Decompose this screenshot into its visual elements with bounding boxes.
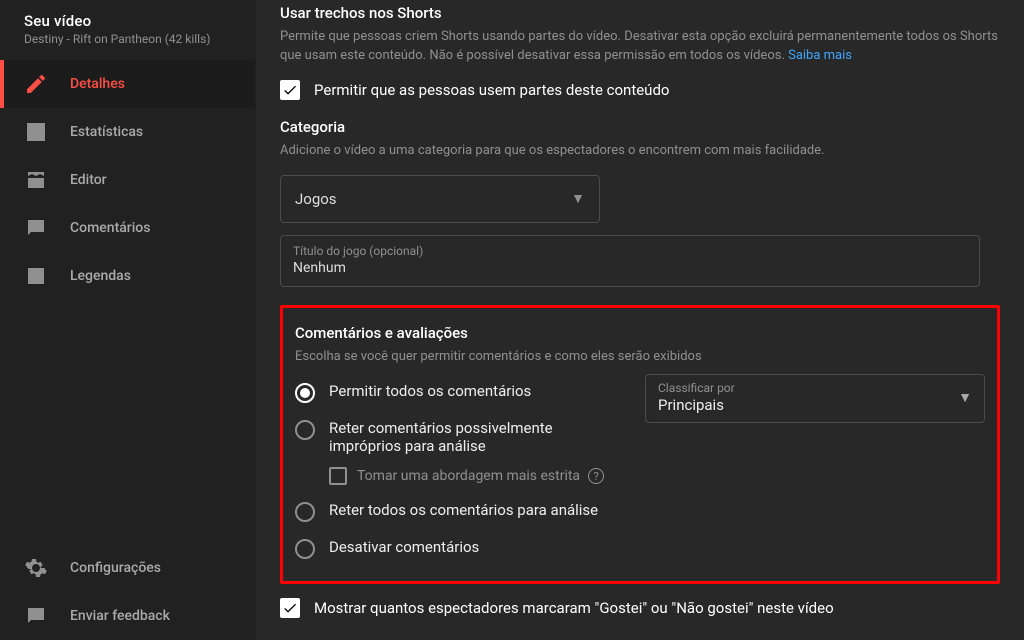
shorts-allow-label: Permitir que as pessoas usem partes dest… — [314, 81, 669, 99]
category-section-title: Categoria — [280, 118, 1000, 136]
comment-icon — [24, 216, 48, 240]
show-likes-label: Mostrar quantos espectadores marcaram "G… — [314, 599, 834, 617]
game-title-field[interactable]: Título do jogo (opcional) Nenhum — [280, 235, 980, 287]
shorts-learn-more-link[interactable]: Saiba mais — [788, 48, 852, 63]
comments-option-allow-all[interactable]: Permitir todos os comentários — [295, 374, 625, 411]
radio-icon — [295, 420, 315, 440]
show-likes-checkbox-row[interactable]: Mostrar quantos espectadores marcaram "G… — [280, 598, 1000, 618]
shorts-allow-checkbox-row[interactable]: Permitir que as pessoas usem partes dest… — [280, 80, 1000, 100]
sidebar-item-label: Legendas — [70, 268, 131, 284]
game-title-value: Nenhum — [293, 260, 967, 276]
bar-chart-icon — [24, 120, 48, 144]
sidebar-item-editor[interactable]: Editor — [0, 156, 255, 204]
sidebar-item-settings[interactable]: Configurações — [0, 544, 255, 592]
category-dropdown[interactable]: Jogos ▼ — [280, 175, 600, 223]
help-icon[interactable]: ? — [588, 468, 604, 484]
sidebar-item-subtitles[interactable]: Legendas — [0, 252, 255, 300]
comments-strict-label: Tomar uma abordagem mais estrita — [357, 468, 580, 484]
feedback-icon — [24, 604, 48, 628]
comments-sort-value: Principais — [658, 396, 735, 414]
sidebar-item-label: Enviar feedback — [70, 608, 170, 624]
category-selected: Jogos — [295, 190, 337, 208]
section-shorts: Usar trechos nos Shorts Permite que pess… — [280, 0, 1000, 100]
shorts-desc-text: Permite que pessoas criem Shorts usando … — [280, 29, 998, 63]
clapper-icon — [24, 168, 48, 192]
sidebar-header-subtitle: Destiny - Rift on Pantheon (42 kills) — [24, 32, 231, 46]
sidebar-item-details[interactable]: Detalhes — [0, 60, 255, 108]
caret-down-icon: ▼ — [958, 389, 972, 406]
category-section-desc: Adicione o vídeo a uma categoria para qu… — [280, 142, 1000, 161]
pencil-icon — [24, 72, 48, 96]
comments-option-disable[interactable]: Desativar comentários — [295, 530, 625, 567]
comments-option-label: Desativar comentários — [329, 538, 479, 556]
comments-option-hold-inappropriate[interactable]: Reter comentários possivelmente imprópri… — [295, 411, 625, 463]
comments-sort-label: Classificar por — [658, 381, 735, 395]
sidebar-item-label: Estatísticas — [70, 124, 143, 140]
sidebar-footer: Configurações Enviar feedback — [0, 544, 255, 640]
comments-option-label: Permitir todos os comentários — [329, 382, 531, 400]
sidebar-item-feedback[interactable]: Enviar feedback — [0, 592, 255, 640]
caret-down-icon: ▼ — [571, 190, 585, 207]
comments-option-hold-all[interactable]: Reter todos os comentários para análise — [295, 493, 625, 530]
sidebar-item-label: Detalhes — [70, 76, 125, 92]
comments-sort-dropdown[interactable]: Classificar por Principais ▼ — [645, 374, 985, 423]
sidebar-item-comments[interactable]: Comentários — [0, 204, 255, 252]
shorts-section-title: Usar trechos nos Shorts — [280, 4, 1000, 22]
checkbox-unchecked-icon — [329, 467, 347, 485]
checkbox-checked-icon — [280, 80, 300, 100]
sidebar: Seu vídeo Destiny - Rift on Pantheon (42… — [0, 0, 256, 640]
game-title-floating-label: Título do jogo (opcional) — [293, 244, 967, 258]
shorts-section-desc: Permite que pessoas criem Shorts usando … — [280, 28, 1000, 66]
sidebar-item-label: Configurações — [70, 560, 161, 576]
section-comments-highlight: Comentários e avaliações Escolha se você… — [280, 305, 1000, 585]
sidebar-item-label: Editor — [70, 172, 107, 188]
comments-radio-group: Permitir todos os comentários Reter come… — [295, 374, 625, 567]
radio-icon — [295, 539, 315, 559]
comments-strict-subrow[interactable]: Tomar uma abordagem mais estrita ? — [329, 463, 625, 493]
comments-section-title: Comentários e avaliações — [295, 324, 985, 342]
gear-icon — [24, 556, 48, 580]
radio-icon — [295, 502, 315, 522]
comments-option-label: Reter comentários possivelmente imprópri… — [329, 419, 625, 455]
checkbox-checked-icon — [280, 598, 300, 618]
section-category: Categoria Adicione o vídeo a uma categor… — [280, 118, 1000, 287]
sidebar-item-label: Comentários — [70, 220, 150, 236]
radio-selected-icon — [295, 383, 315, 403]
subtitles-icon — [24, 264, 48, 288]
main-panel: Usar trechos nos Shorts Permite que pess… — [256, 0, 1024, 640]
sidebar-item-analytics[interactable]: Estatísticas — [0, 108, 255, 156]
sidebar-header-title: Seu vídeo — [24, 12, 231, 30]
comments-section-desc: Escolha se você quer permitir comentário… — [295, 348, 985, 367]
sidebar-items: Detalhes Estatísticas Editor Comentários… — [0, 60, 255, 544]
sidebar-header: Seu vídeo Destiny - Rift on Pantheon (42… — [0, 0, 255, 54]
comments-option-label: Reter todos os comentários para análise — [329, 501, 598, 519]
